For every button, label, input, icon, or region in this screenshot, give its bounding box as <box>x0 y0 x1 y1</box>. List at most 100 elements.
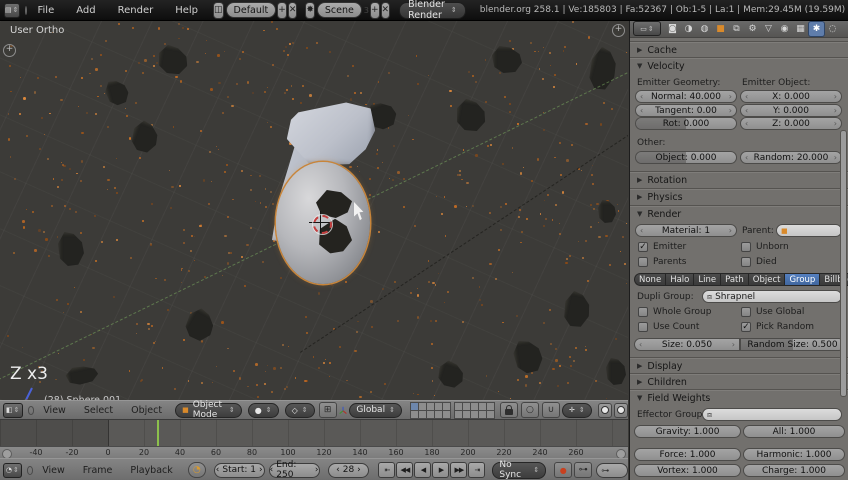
random-velocity-field[interactable]: ‹ Random: 20.000 › <box>740 151 842 164</box>
physics-tab-icon[interactable]: ◌ <box>825 22 840 36</box>
all-weight-slider[interactable]: All: 1.000 <box>743 425 845 438</box>
layer-buttons-group2[interactable] <box>453 402 495 419</box>
time-display-toggle[interactable]: ◔ <box>187 462 206 478</box>
frame-start-field[interactable]: ‹ Start: 1 › <box>213 462 265 478</box>
jump-to-end-button[interactable]: ⇥ <box>468 462 486 478</box>
object-data-tab-icon[interactable]: ▽ <box>761 22 776 36</box>
debris-chunk[interactable] <box>58 232 84 266</box>
add-scene-button[interactable]: + <box>369 1 380 19</box>
debris-chunk[interactable] <box>512 338 544 375</box>
constraints-tab-icon[interactable]: ⧉ <box>729 22 744 36</box>
sync-mode-selector[interactable]: No Sync ⇕ <box>492 460 547 480</box>
frame-end-field[interactable]: ‹ End: 250 › <box>268 460 320 480</box>
render-type-path[interactable]: Path <box>720 273 748 286</box>
timeline-track[interactable] <box>0 418 628 446</box>
debris-chunk[interactable] <box>435 359 467 391</box>
debris-chunk[interactable] <box>585 45 621 92</box>
velocity-y-field[interactable]: ‹ Y: 0.000 › <box>740 104 842 117</box>
panel-display[interactable]: ▶ Display <box>630 358 848 373</box>
render-type-line[interactable]: Line <box>693 273 721 286</box>
parent-object-field[interactable]: ■ <box>776 224 842 237</box>
charge-weight-slider[interactable]: Charge: 1.000 <box>743 464 845 477</box>
close-scene-button[interactable]: ✕ <box>380 1 391 19</box>
effector-group-field[interactable]: ⧈ <box>702 408 842 421</box>
prev-keyframe-button[interactable]: ◀◀ <box>396 462 414 478</box>
panel-field-weights[interactable]: ▼ Field Weights <box>630 390 848 405</box>
current-frame-field[interactable]: ‹ 28 › <box>327 462 370 478</box>
transform-orientation-selector[interactable]: Global ⇕ <box>349 402 402 418</box>
pivot-point-selector[interactable]: ◇ ⇕ <box>284 402 315 418</box>
opengl-render-button[interactable] <box>597 402 612 418</box>
menu-help[interactable]: Help <box>164 5 209 16</box>
menu-select[interactable]: Select <box>75 405 122 416</box>
menu-playback[interactable]: Playback <box>121 465 181 476</box>
debris-chunk[interactable] <box>156 44 190 77</box>
velocity-x-field[interactable]: ‹ X: 0.000 › <box>740 90 842 103</box>
size-field[interactable]: ‹ Size: 0.050 › <box>634 338 740 351</box>
properties-scrollbar[interactable] <box>840 130 847 397</box>
decrement-arrow-icon[interactable]: ‹ <box>216 465 220 475</box>
render-engine-selector[interactable]: Blender Render ⇕ <box>399 0 466 21</box>
menu-object[interactable]: Object <box>122 405 171 416</box>
screen-layout-selector[interactable]: Default <box>225 2 277 18</box>
object-tab-icon[interactable]: ■ <box>713 22 728 36</box>
vortex-weight-slider[interactable]: Vortex: 1.000 <box>634 464 741 477</box>
opengl-render-anim-button[interactable] <box>613 402 628 418</box>
menu-view[interactable]: View <box>34 405 75 416</box>
render-type-none[interactable]: None <box>634 273 666 286</box>
snap-toggle[interactable]: ∪ <box>541 402 560 418</box>
scene-tab-icon[interactable]: ◑ <box>681 22 696 36</box>
particles-tab-icon[interactable]: ✱ <box>809 21 824 36</box>
editor-type-selector[interactable]: ◧ ⇕ <box>3 402 23 418</box>
decrement-arrow-icon[interactable]: ‹ <box>270 465 274 475</box>
menu-render[interactable]: Render <box>107 5 165 16</box>
editor-type-selector[interactable]: ▭ ⇕ <box>633 21 661 36</box>
mode-selector[interactable]: ■ Object Mode ⇕ <box>175 400 242 420</box>
debris-chunk[interactable] <box>561 290 594 330</box>
header-collapse-dot[interactable] <box>27 405 35 415</box>
debris-chunk[interactable] <box>492 46 522 73</box>
debris-chunk[interactable] <box>180 305 219 345</box>
debris-chunk[interactable] <box>606 358 626 385</box>
parents-checkbox[interactable]: Parents <box>638 257 687 267</box>
panel-render[interactable]: ▼ Render <box>630 206 848 221</box>
timeline-playhead[interactable] <box>157 418 160 446</box>
toolshelf-expand-icon[interactable]: + <box>3 44 16 57</box>
scene-selector[interactable]: Scene <box>316 2 362 18</box>
proportional-edit-toggle[interactable]: ○ <box>520 402 539 418</box>
debris-chunk[interactable] <box>598 200 616 223</box>
close-layout-button[interactable]: ✕ <box>287 1 298 19</box>
next-keyframe-button[interactable]: ▶▶ <box>450 462 468 478</box>
died-checkbox[interactable]: Died <box>741 257 777 267</box>
render-type-group[interactable]: Group <box>784 273 820 286</box>
object-velocity-slider[interactable]: Object: 0.000 <box>635 151 737 164</box>
debris-chunk[interactable] <box>64 363 99 387</box>
random-size-slider[interactable]: Random Size: 0.500 <box>740 338 845 351</box>
material-number-field[interactable]: ‹ Material: 1 › <box>635 224 737 237</box>
whole-group-checkbox[interactable]: Whole Group <box>638 307 711 317</box>
render-tab-icon[interactable]: ◙ <box>665 22 680 36</box>
menu-frame[interactable]: Frame <box>74 465 122 476</box>
dupli-group-field[interactable]: ⧈ Shrapnel <box>702 290 842 303</box>
increment-arrow-icon[interactable]: › <box>315 465 319 475</box>
keying-set-button[interactable]: ⊶ <box>574 462 593 478</box>
viewport-shading-selector[interactable]: ● ⇕ <box>247 402 279 418</box>
world-tab-icon[interactable]: ◍ <box>697 22 712 36</box>
panel-rotation[interactable]: ▶ Rotation <box>630 172 848 187</box>
menu-file[interactable]: File <box>27 5 66 16</box>
3d-viewport[interactable]: User Ortho + + Z x3 (28) Sphere.001 <box>0 20 628 400</box>
normal-field[interactable]: ‹ Normal: 40.000 › <box>635 90 737 103</box>
gravity-weight-slider[interactable]: Gravity: 1.000 <box>634 425 741 438</box>
3d-cursor[interactable] <box>313 215 332 234</box>
texture-tab-icon[interactable]: ▦ <box>793 22 808 36</box>
add-layout-button[interactable]: + <box>277 1 287 19</box>
panel-children[interactable]: ▶ Children <box>630 374 848 389</box>
increment-arrow-icon[interactable]: › <box>357 465 361 475</box>
debris-chunk[interactable] <box>103 78 131 108</box>
increment-arrow-icon[interactable]: › <box>259 465 263 475</box>
modifiers-tab-icon[interactable]: ⚙ <box>745 22 760 36</box>
velocity-z-field[interactable]: ‹ Z: 0.000 › <box>740 117 842 130</box>
play-button[interactable]: ▶ <box>432 462 450 478</box>
use-global-checkbox[interactable]: Use Global <box>741 307 804 317</box>
debris-chunk[interactable] <box>128 118 163 155</box>
